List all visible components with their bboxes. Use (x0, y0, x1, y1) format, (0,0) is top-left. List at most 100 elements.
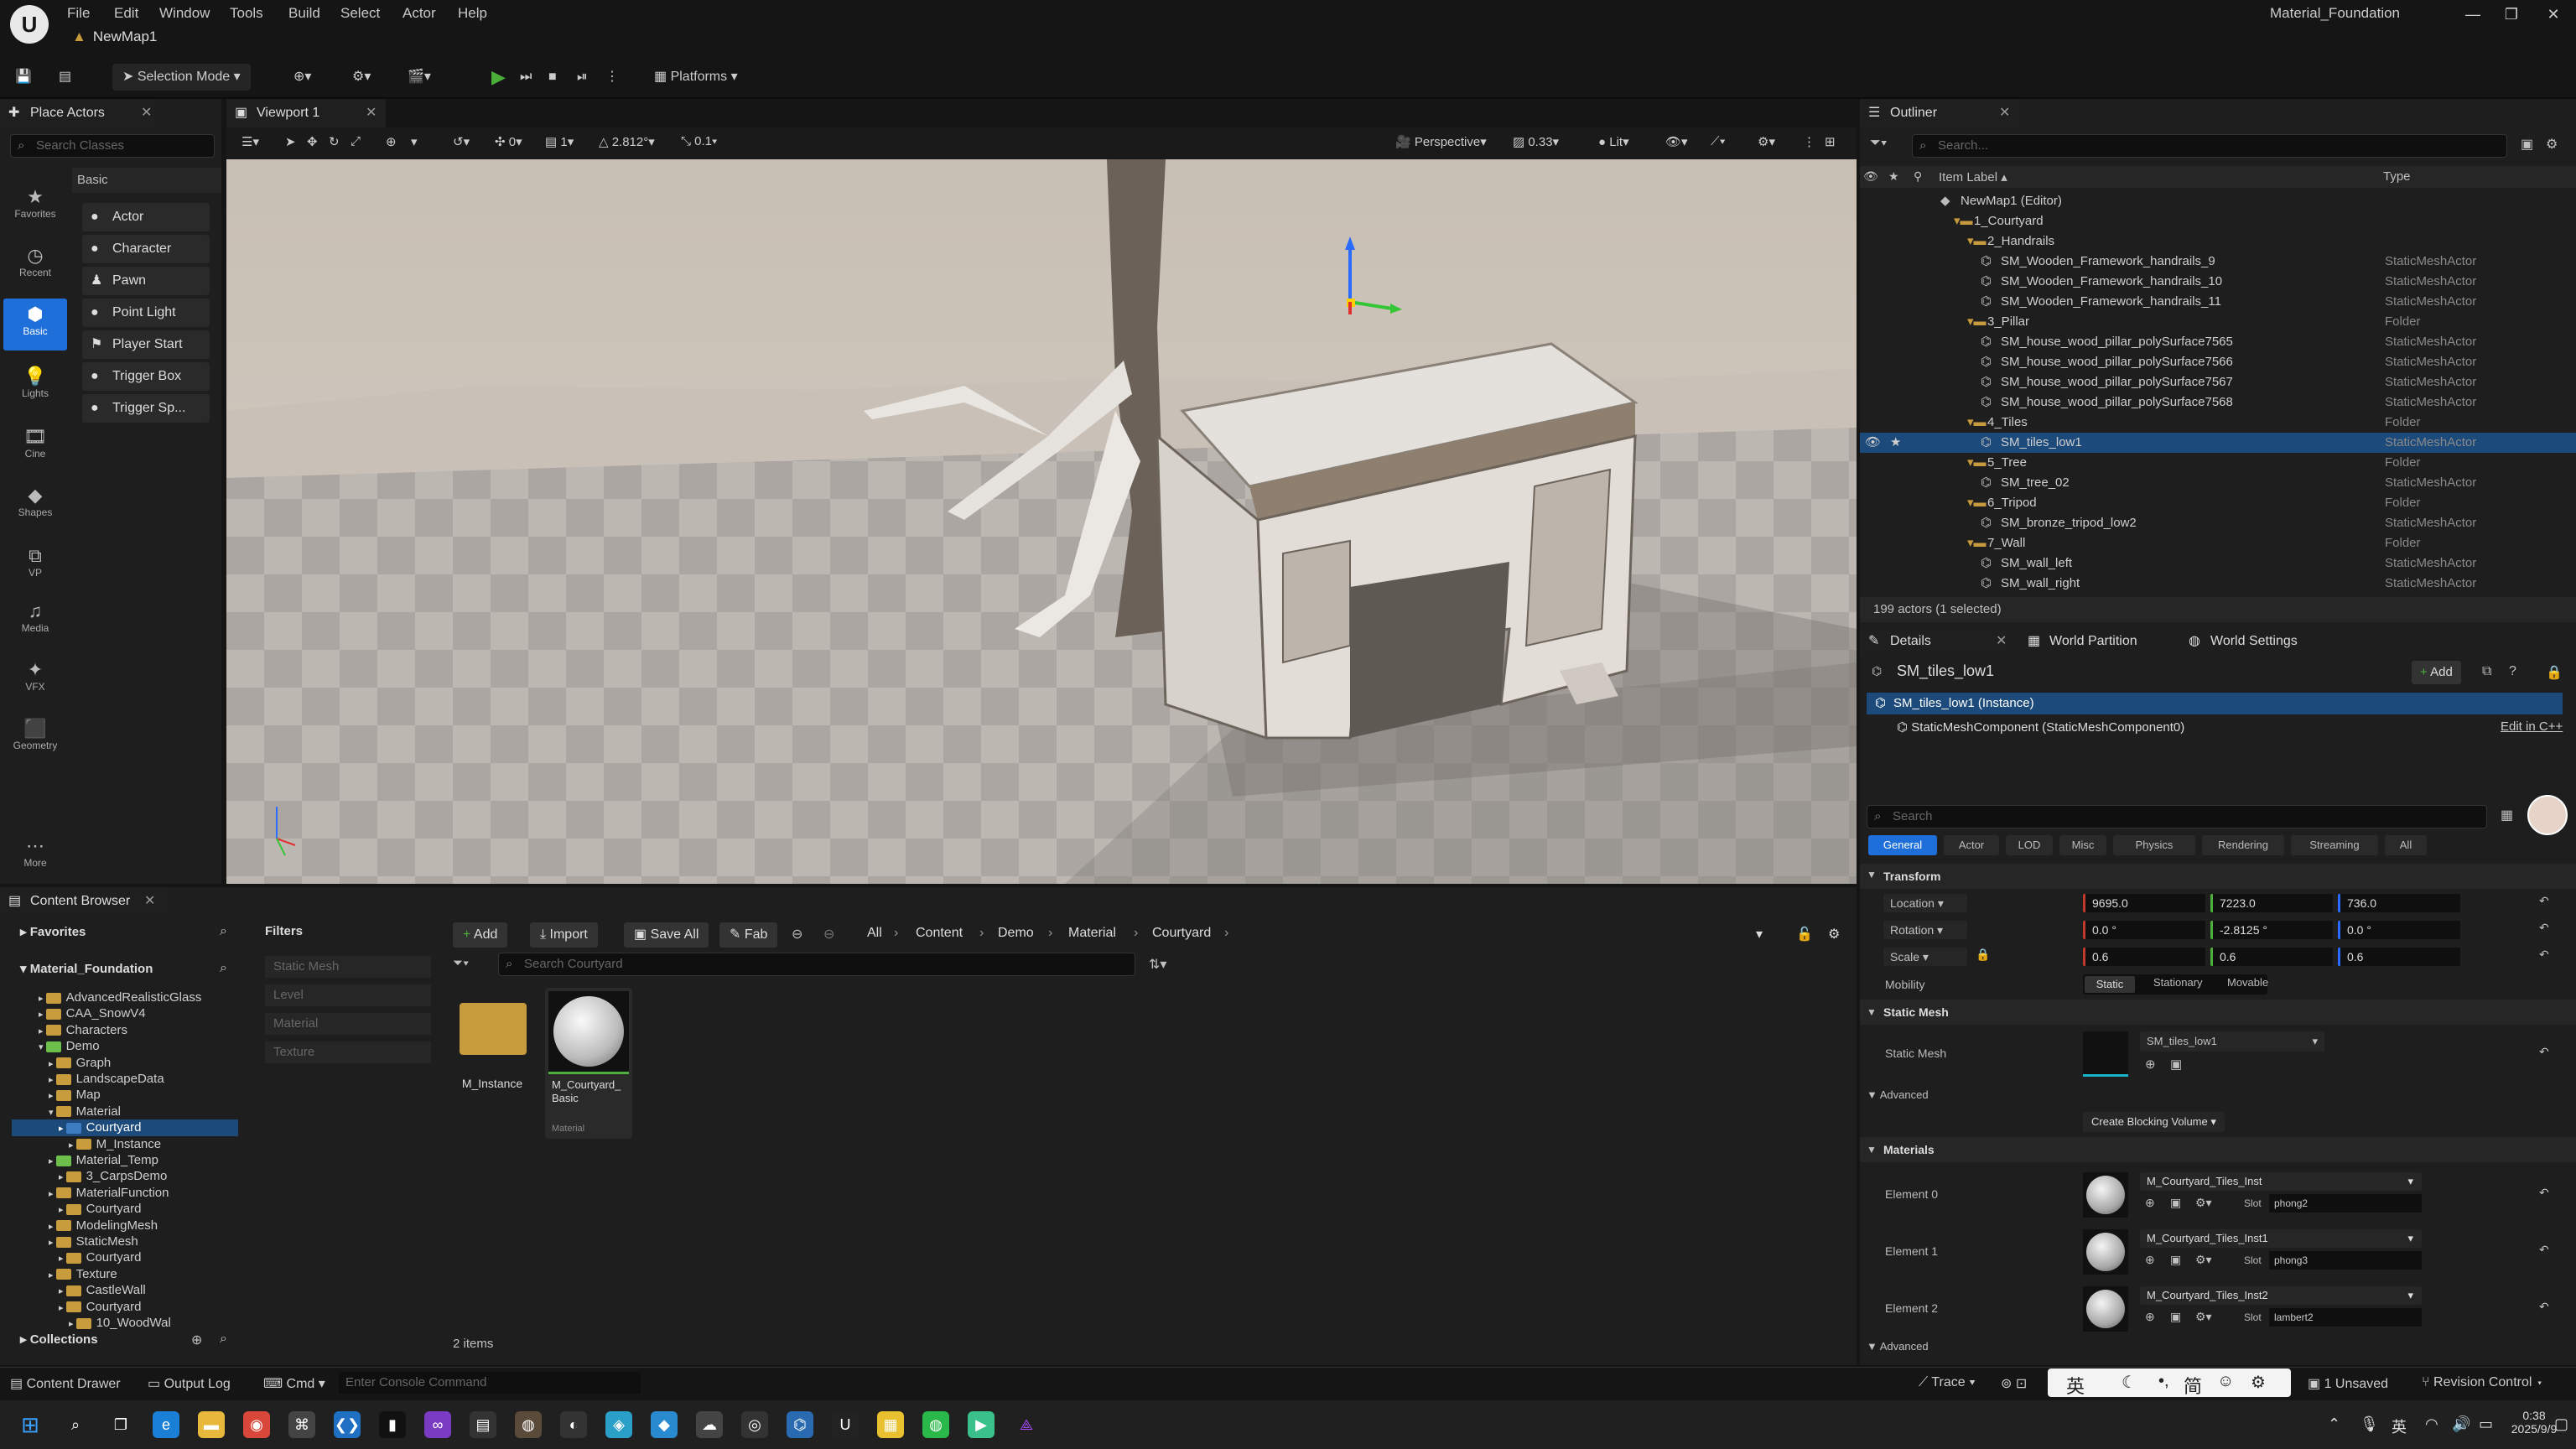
reset-icon[interactable]: ↶ (2539, 1243, 2549, 1257)
folder-tree-item[interactable]: ▸ 3_CarpsDemo (12, 1168, 238, 1185)
materials-section[interactable]: Materials (1860, 1137, 2576, 1162)
viewport-more-icon[interactable]: ⋮ (1803, 134, 1815, 149)
viewport-scene[interactable] (226, 159, 1857, 884)
unreal-logo-icon[interactable]: U (10, 5, 49, 44)
breadcrumb-material[interactable]: Material (1068, 926, 1116, 941)
clock[interactable]: 0:38 2025/9/9 (2511, 1409, 2558, 1436)
minimize-button[interactable]: — (2452, 2, 2494, 27)
reset-icon[interactable]: ↶ (2539, 921, 2549, 935)
material-thumbnail[interactable] (2083, 1229, 2128, 1275)
menu-edit[interactable]: Edit (114, 5, 138, 22)
location-z-field[interactable]: 736.0 (2338, 894, 2460, 912)
avatar[interactable] (2527, 795, 2568, 835)
console-input[interactable]: Enter Console Command (339, 1372, 641, 1394)
mobility-stationary[interactable]: Stationary (2153, 976, 2203, 989)
app-icon[interactable]: ◍ (515, 1411, 542, 1438)
outliner-row[interactable]: ⌬ SM_Wooden_Framework_handrails_10 StaticM… (1860, 272, 2576, 292)
task-view-icon[interactable]: ❐ (107, 1411, 134, 1438)
tray-overflow-icon[interactable]: ⌃ (2328, 1415, 2340, 1433)
category-geometry[interactable]: ⬛ Geometry (3, 718, 67, 751)
edit-in-cpp-link[interactable]: Edit in C++ (2501, 719, 2563, 734)
sort-icon[interactable]: ⇅▾ (1149, 956, 1166, 973)
favorites-header[interactable]: ▸ Favorites (20, 924, 86, 939)
breadcrumb-all[interactable]: All (867, 926, 882, 941)
emoji-icon[interactable]: ☺ (2217, 1372, 2234, 1391)
transform-section[interactable]: Transform (1860, 864, 2576, 889)
app-icon[interactable]: ◎ (741, 1411, 768, 1438)
world-settings-tab[interactable]: ◍ World Settings (2180, 627, 2348, 656)
static-mesh-picker[interactable]: SM_tiles_low1 ▾ (2140, 1031, 2324, 1052)
category-media[interactable]: ♫ Media (3, 600, 67, 634)
actor-item-pawn[interactable]: ♟ Pawn (82, 267, 210, 295)
category-vp[interactable]: ⧉ VP (3, 545, 67, 579)
rotation-x-field[interactable]: 0.0 ° (2083, 921, 2205, 939)
item-label-column[interactable]: Item Label ▴ (1939, 169, 2007, 184)
outliner-search-input[interactable]: ⌕ Search... (1912, 134, 2507, 158)
component-row[interactable]: ⌬ StaticMeshComponent (StaticMeshCompone… (1897, 719, 2184, 735)
settings-icon[interactable]: ⚙ (1828, 926, 1840, 943)
type-column[interactable]: Type (2383, 169, 2411, 184)
menu-window[interactable]: Window (159, 5, 210, 22)
play-icon[interactable]: ▶ (491, 64, 506, 91)
blueprint-icon[interactable]: ⚙▾ (352, 64, 371, 91)
lock-scale-icon[interactable]: 🔒 (1976, 948, 1990, 962)
lock-icon[interactable]: 🔒 (2546, 664, 2563, 681)
actor-item-actor[interactable]: ● Actor (82, 203, 210, 231)
material-options-icon[interactable]: ⚙▾ (2195, 1253, 2212, 1267)
actor-item-character[interactable]: ● Character (82, 235, 210, 263)
breadcrumb-content[interactable]: Content (916, 926, 963, 941)
folder-tree-item[interactable]: ▸ Characters (12, 1022, 238, 1039)
close-icon[interactable]: ✕ (366, 99, 377, 127)
angle-snap[interactable]: △ 2.812°▾ (599, 134, 655, 149)
select-tool-icon[interactable]: ➤ (285, 134, 296, 149)
close-icon[interactable]: ✕ (144, 887, 155, 916)
menu-build[interactable]: Build (288, 5, 320, 22)
app-icon[interactable]: ◈ (605, 1411, 632, 1438)
breadcrumb-courtyard[interactable]: Courtyard (1152, 926, 1211, 941)
chevron-right-icon[interactable]: ▸ (69, 1140, 76, 1150)
cinematics-icon[interactable]: 🎬▾ (408, 64, 431, 91)
scale-snap[interactable]: ⤡ 0.1▾ (681, 134, 717, 148)
category-cine[interactable]: 🎞 Cine (3, 426, 67, 460)
project-header[interactable]: ▾ Material_Foundation (20, 961, 153, 976)
folder-tree-item[interactable]: ▸ Courtyard (12, 1249, 238, 1266)
trace-dropdown[interactable]: ⟋ Trace ▾ (1919, 1375, 1976, 1390)
filter-tab-general[interactable]: General (1868, 835, 1937, 855)
place-actors-tab[interactable]: ✚ Place Actors ✕ (0, 99, 159, 127)
lock-icon[interactable]: 🔓 (1796, 926, 1813, 943)
slot-name-field[interactable]: phong3 (2269, 1251, 2422, 1270)
browse-icon[interactable]: ⊕ (2145, 1057, 2156, 1072)
material-picker[interactable]: M_Courtyard_Tiles_Inst1 ▾ (2140, 1229, 2422, 1248)
microphone-icon[interactable]: 🎙 (2360, 1415, 2379, 1433)
browse-icon[interactable]: ⊕ (2145, 1253, 2155, 1267)
material-picker[interactable]: M_Courtyard_Tiles_Inst2 ▾ (2140, 1286, 2422, 1305)
chevron-right-icon[interactable]: ▸ (69, 1319, 76, 1329)
rotate-icon[interactable]: ↺▾ (453, 134, 470, 149)
category-basic[interactable]: ⬢ Basic (3, 299, 67, 351)
chevron-right-icon[interactable]: ▸ (39, 1026, 46, 1036)
windows-start-icon[interactable]: ⊞ (17, 1411, 44, 1438)
content-browser-tab[interactable]: ▤ Content Browser ✕ (0, 887, 168, 916)
app-icon[interactable]: ◆ (651, 1411, 678, 1438)
map-tab[interactable]: ▲ NewMap1 (72, 29, 157, 54)
revision-control-button[interactable]: ⑂ Revision Control ▾ (2422, 1375, 2543, 1390)
volume-icon[interactable]: 🔊 (2452, 1415, 2470, 1433)
folder-tree-item[interactable]: ▸ AdvancedRealisticGlass (12, 989, 238, 1006)
show-flags-icon[interactable]: 👁▾ (1665, 134, 1688, 149)
outliner-row[interactable]: ▾▬ 1_Courtyard (1860, 211, 2576, 231)
search-icon[interactable]: ⌕ (62, 1411, 89, 1438)
notes-icon[interactable]: ▦ (877, 1411, 904, 1438)
outliner-row[interactable]: ▾▬ 7_Wall Folder (1860, 533, 2576, 553)
outliner-tab[interactable]: ☰ Outliner ✕ (1860, 99, 2019, 127)
category-recent[interactable]: ◷ Recent (3, 245, 67, 278)
filter-level[interactable]: Level (265, 984, 431, 1006)
folder-tree-item[interactable]: ▾ Material (12, 1104, 238, 1120)
folder-tree-item[interactable]: ▸ Courtyard (12, 1201, 238, 1218)
outliner-row[interactable]: ⌬ SM_house_wood_pillar_polySurface7566 Sta… (1860, 352, 2576, 372)
fab-button[interactable]: ✎ Fab (719, 922, 778, 948)
scale-x-field[interactable]: 0.6 (2083, 948, 2205, 966)
location-y-field[interactable]: 7223.0 (2210, 894, 2333, 912)
translate-tool-icon[interactable]: ✥ (307, 134, 318, 149)
scale-y-field[interactable]: 0.6 (2210, 948, 2333, 966)
platforms-dropdown[interactable]: ▦ Platforms ▾ (654, 64, 738, 91)
